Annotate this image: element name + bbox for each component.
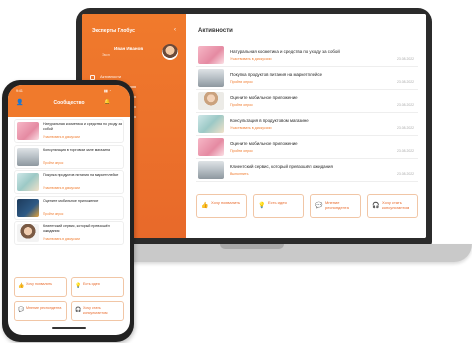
card-title: Оцените мобильное приложение (43, 198, 99, 203)
button-label: Мнение респондента (325, 200, 349, 210)
phone-quick-actions: 👍 Хочу похвалить 💡 Есть идея 💬 Мнение ре… (14, 277, 124, 321)
become-consultant-button[interactable]: 🎧 Хочу стать консультантом (367, 194, 418, 218)
activity-title: Консультация в продуктовом магазине (230, 118, 309, 123)
card-thumbnail (17, 122, 39, 140)
card-title: Натуральная косметика и средства по уход… (43, 122, 122, 131)
activity-title: Натуральная косметика и средства по уход… (230, 49, 340, 54)
avatar[interactable] (162, 44, 178, 60)
phone-title: Сообщество (53, 100, 85, 106)
headset-icon: 🎧 (75, 307, 82, 313)
lightbulb-icon: 💡 (75, 283, 82, 289)
activity-thumbnail (198, 92, 224, 110)
list-item[interactable]: Покупка продуктов питания на маркетплейс… (14, 170, 124, 194)
activity-action[interactable]: Пройти опрос (230, 103, 253, 107)
activity-title: Оцените мобильное приложение (230, 95, 298, 100)
idea-button[interactable]: 💡 Есть идея (71, 277, 124, 297)
list-item[interactable]: Оцените мобильное приложение Пройти опро… (196, 90, 418, 113)
phone-card-list: Натуральная косметика и средства по уход… (14, 119, 124, 247)
thumbs-up-icon: 👍 (201, 203, 209, 209)
list-item[interactable]: Оцените мобильное приложение Пройти опро… (196, 136, 418, 159)
respondent-opinion-button[interactable]: 💬 Мнение респондента (310, 194, 361, 218)
button-label: Хочу похвалить (26, 282, 53, 286)
list-item[interactable]: Покупка продуктов питания на маркетплейс… (196, 67, 418, 90)
activity-action[interactable]: Пройти опрос (230, 149, 253, 153)
sidebar-title: Эксперты Глобус (92, 28, 135, 34)
activity-title: Клиентский сервис, который превзошёл ожи… (230, 164, 333, 169)
chat-icon: 💬 (315, 203, 323, 209)
button-label: Хочу стать консультантом (382, 200, 410, 210)
activity-list: Натуральная косметика и средства по уход… (196, 44, 418, 182)
phone-screen: 9:41 ▮▮ ◔ 👤 Сообщество 🔔 Натуральная кос… (8, 85, 130, 335)
home-indicator[interactable] (52, 327, 86, 329)
card-title: Покупка продуктов питания на маркетплейс… (43, 173, 119, 177)
activity-date: 23.08.2022 (397, 172, 414, 176)
card-action[interactable]: Пройти опрос (43, 161, 63, 165)
list-item[interactable]: Натуральная косметика и средства по уход… (14, 119, 124, 143)
activity-title: Покупка продуктов питания на маркетплейс… (230, 72, 323, 77)
activity-action[interactable]: Пройти опрос (230, 80, 253, 84)
activity-action[interactable]: Участвовать в дискуссии (230, 57, 272, 61)
button-label: Хочу похвалить (211, 200, 241, 205)
user-name: Иван Иванов (114, 46, 144, 51)
idea-button[interactable]: 💡 Есть идея (253, 194, 304, 218)
praise-button[interactable]: 👍 Хочу похвалить (14, 277, 67, 297)
card-action[interactable]: Участвовать в дискуссии (43, 135, 80, 139)
activity-thumbnail (198, 138, 224, 156)
card-title: Клиентский сервис, который превзошёл ожи… (43, 224, 110, 233)
activity-date: 23.08.2022 (397, 80, 414, 84)
bell-icon[interactable]: 🔔 (104, 99, 110, 105)
user-role: Эксп (102, 53, 110, 57)
page-title: Активности (198, 28, 233, 34)
activity-action[interactable]: Участвовать в дискуссии (230, 126, 272, 130)
card-action[interactable]: Участвовать в дискуссии (43, 186, 80, 190)
become-consultant-button[interactable]: 🎧 Хочу стать консультантом (71, 301, 124, 321)
button-label: Мнение респондента (26, 306, 62, 310)
respondent-opinion-button[interactable]: 💬 Мнение респондента (14, 301, 67, 321)
status-time: 9:41 (16, 89, 23, 93)
activity-date: 23.08.2022 (397, 57, 414, 61)
list-item[interactable]: Оцените мобильное приложение Пройти опро… (14, 195, 124, 220)
chevron-left-icon[interactable]: ‹ (174, 27, 176, 33)
activity-thumbnail (198, 69, 224, 87)
list-item[interactable]: Натуральная косметика и средства по уход… (196, 44, 418, 67)
card-action[interactable]: Участвовать в дискуссии (43, 237, 80, 241)
activity-date: 23.08.2022 (397, 103, 414, 107)
laptop-notch (220, 244, 284, 249)
card-title: Консультация в торговом зале магазина (43, 147, 111, 152)
sidebar-item-label: Активности (100, 74, 122, 79)
list-item[interactable]: Клиентский сервис, который превзошёл ожи… (14, 221, 124, 245)
activity-thumbnail (198, 46, 224, 64)
main-panel: Активности Натуральная косметика и средс… (186, 14, 426, 238)
list-item[interactable]: Консультация в продуктовом магазине Учас… (196, 113, 418, 136)
activity-date: 23.08.2022 (397, 126, 414, 130)
card-thumbnail (17, 173, 39, 191)
activity-action[interactable]: Выполнить (230, 172, 248, 176)
button-label: Есть идея (83, 282, 100, 286)
chat-icon: 💬 (18, 307, 25, 313)
lightbulb-icon: 💡 (258, 203, 266, 209)
activity-thumbnail (198, 115, 224, 133)
card-thumbnail (17, 198, 39, 217)
list-item[interactable]: Консультация в торговом зале магазина Пр… (14, 144, 124, 169)
button-label: Есть идея (268, 200, 287, 205)
status-icons: ▮▮ ◔ (104, 89, 111, 93)
card-thumbnail (17, 224, 39, 242)
card-thumbnail (17, 147, 39, 166)
phone-header: 9:41 ▮▮ ◔ 👤 Сообщество 🔔 (8, 85, 130, 117)
quick-actions: 👍 Хочу похвалить 💡 Есть идея 💬 Мнение ре… (196, 194, 418, 218)
user-block[interactable]: Иван Иванов Эксп (92, 44, 182, 68)
thumbs-up-icon: 👍 (18, 283, 25, 289)
praise-button[interactable]: 👍 Хочу похвалить (196, 194, 247, 218)
activity-date: 23.08.2022 (397, 149, 414, 153)
card-action[interactable]: Пройти опрос (43, 212, 63, 216)
activity-title: Оцените мобильное приложение (230, 141, 298, 146)
list-item[interactable]: Клиентский сервис, который превзошёл ожи… (196, 159, 418, 182)
headset-icon: 🎧 (372, 203, 380, 209)
button-label: Хочу стать консультантом (83, 306, 108, 315)
activity-thumbnail (198, 161, 224, 179)
